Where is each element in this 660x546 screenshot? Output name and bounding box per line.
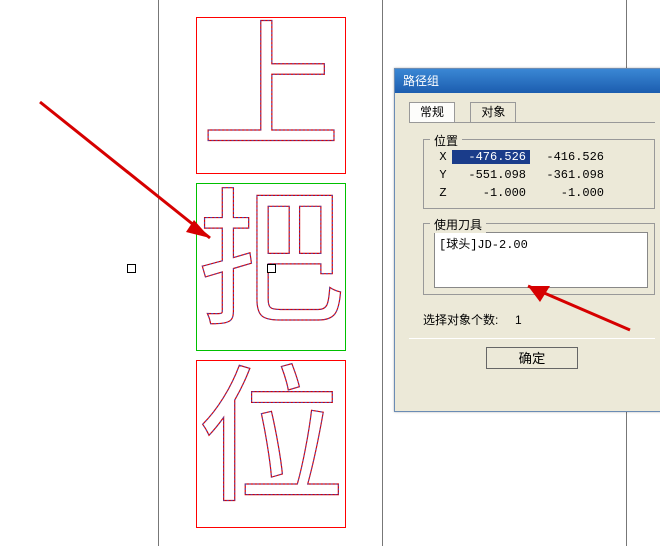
pos-x-2[interactable]: -416.526 bbox=[530, 150, 608, 164]
ok-button[interactable]: 确定 bbox=[486, 347, 578, 369]
tool-item[interactable]: [球头]JD-2.00 bbox=[439, 235, 643, 252]
position-group: 位置 X -476.526 -416.526 Y -551.098 -361.0… bbox=[423, 139, 655, 209]
annotation-arrow-2 bbox=[510, 280, 640, 340]
guide-line bbox=[382, 0, 383, 546]
pos-y-1[interactable]: -551.098 bbox=[452, 168, 530, 182]
tab-general[interactable]: 常规 bbox=[409, 102, 455, 122]
selection-handle[interactable] bbox=[267, 264, 276, 273]
pos-z-1[interactable]: -1.000 bbox=[452, 186, 530, 200]
dialog-title-text: 路径组 bbox=[403, 74, 439, 88]
pos-y-2[interactable]: -361.098 bbox=[530, 168, 608, 182]
annotation-arrow-1 bbox=[36, 98, 226, 258]
guide-line bbox=[158, 0, 159, 546]
tool-group-label: 使用刀具 bbox=[430, 216, 486, 233]
tab-object[interactable]: 对象 bbox=[470, 102, 516, 122]
position-group-label: 位置 bbox=[430, 132, 462, 149]
dialog-tabs: 常规 对象 bbox=[409, 101, 655, 123]
char-cell-3[interactable]: 位 位 bbox=[196, 360, 346, 528]
svg-text:位: 位 bbox=[197, 361, 345, 522]
pos-z-2[interactable]: -1.000 bbox=[530, 186, 608, 200]
pos-row-z: Z -1.000 -1.000 bbox=[434, 184, 648, 202]
pos-x-1[interactable]: -476.526 bbox=[452, 150, 530, 164]
pos-row-y: Y -551.098 -361.098 bbox=[434, 166, 648, 184]
path-group-dialog: 路径组 常规 对象 位置 X -476.526 -416.526 Y -551.… bbox=[394, 68, 660, 412]
selection-handle[interactable] bbox=[127, 264, 136, 273]
pos-row-x: X -476.526 -416.526 bbox=[434, 148, 648, 166]
char-glyph-wei: 位 位 bbox=[197, 361, 345, 527]
dialog-title[interactable]: 路径组 bbox=[395, 69, 660, 93]
